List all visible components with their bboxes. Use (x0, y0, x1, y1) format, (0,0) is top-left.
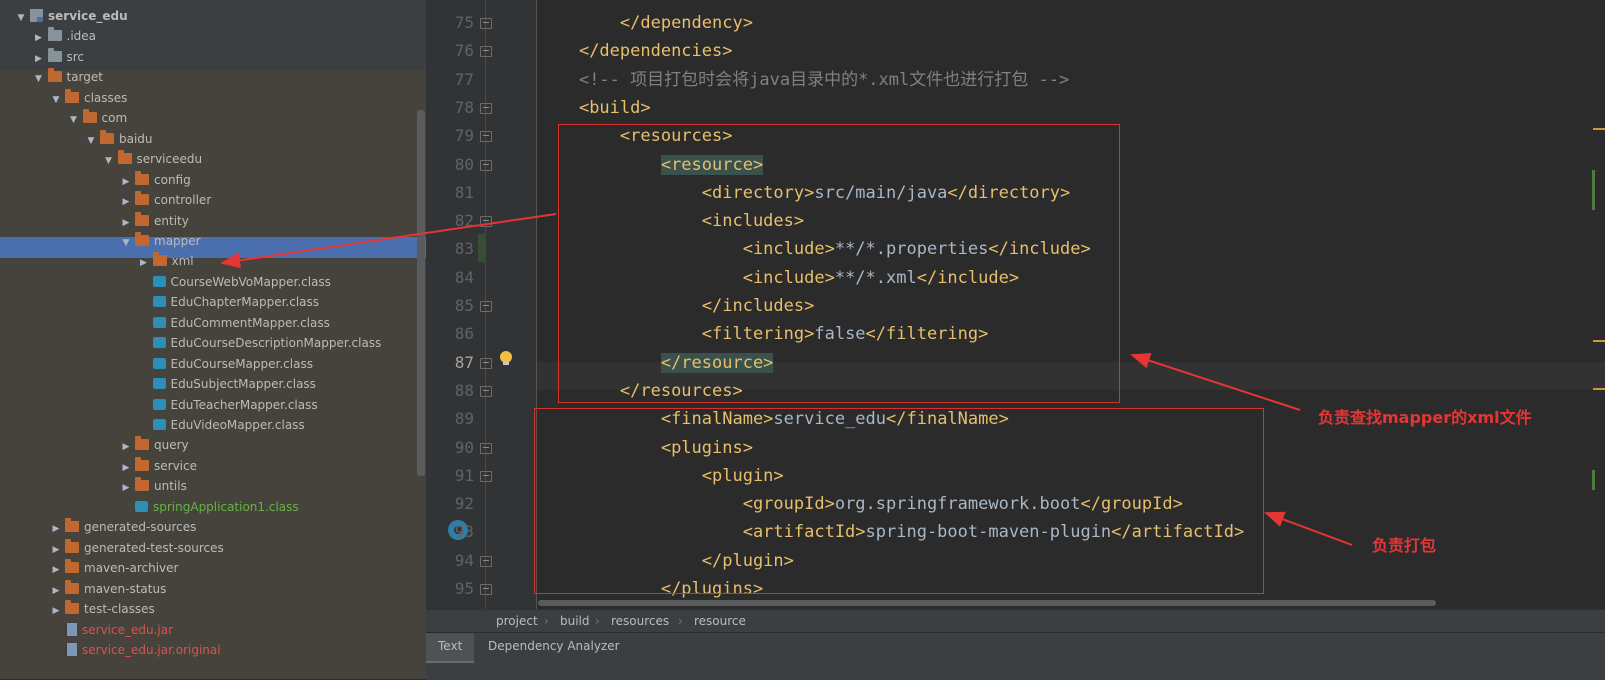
annotation-arrows (220, 213, 1353, 546)
arrow-to-resources-box (1130, 352, 1301, 411)
packaging-note: 负责打包 (1372, 536, 1437, 555)
arrow-to-xml-folder (220, 213, 557, 269)
arrow-to-plugins-box (1264, 511, 1353, 546)
mapper-xml-note: 负责查找mapper的xml文件 (1318, 408, 1532, 427)
